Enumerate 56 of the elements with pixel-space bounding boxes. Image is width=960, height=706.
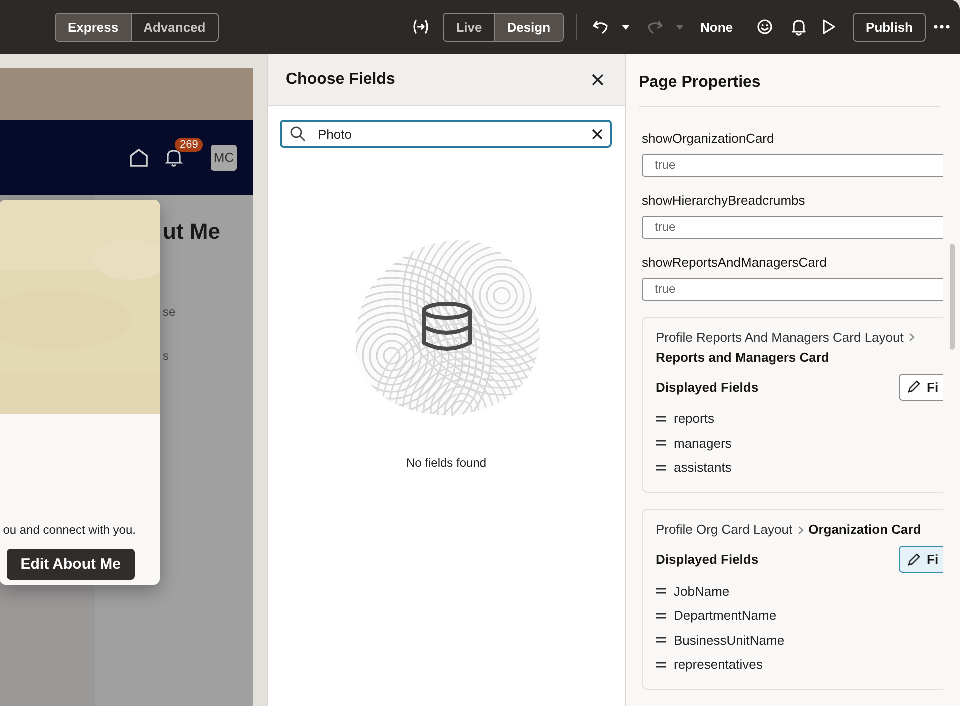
home-icon[interactable]	[129, 148, 149, 168]
property-label: showHierarchyBreadcrumbs	[642, 192, 806, 208]
property-field[interactable]: true	[642, 278, 943, 300]
view-tab[interactable]: Design	[494, 14, 563, 40]
field-name: managers	[674, 436, 732, 451]
drag-handle-icon	[656, 464, 666, 471]
field-name: assistants	[674, 460, 732, 476]
view-tab[interactable]: Live	[444, 14, 494, 40]
drag-handle-icon	[656, 637, 666, 644]
property-field[interactable]: true	[642, 154, 943, 177]
text: se	[163, 305, 176, 319]
clear-icon[interactable]	[592, 129, 603, 140]
mode-tab[interactable]: Express	[56, 14, 131, 40]
drag-handle-icon	[656, 440, 666, 446]
breadcrumb-current: Reports and Managers Card	[656, 348, 830, 367]
notification-badge: 269	[175, 138, 204, 152]
user-avatar[interactable]: MC	[211, 144, 237, 170]
breadcrumb-link[interactable]: Profile Reports And Managers Card Layout	[656, 328, 904, 348]
field-name: JobName	[674, 584, 730, 599]
field-name: BusinessUnitName	[674, 632, 785, 648]
breadcrumb-link[interactable]: Profile Org Card Layout	[656, 520, 793, 540]
search-field[interactable]: Photo	[280, 120, 612, 148]
bell-icon[interactable]	[165, 148, 183, 168]
text: s	[163, 349, 169, 363]
drag-handle-icon	[656, 612, 666, 619]
card-text: ou and connect with you.	[3, 523, 136, 537]
drag-handle-icon	[656, 662, 666, 668]
field-name: representatives	[674, 657, 763, 672]
panel-title: Choose Fields	[286, 70, 396, 88]
breadcrumb-current: Organization Card	[808, 521, 922, 539]
section-heading: ut Me	[163, 219, 220, 245]
pencil-icon	[907, 552, 921, 566]
property-field[interactable]: true	[642, 216, 943, 239]
edit-fields-button[interactable]: Fi	[899, 546, 943, 573]
search-icon	[290, 126, 306, 142]
close-icon[interactable]	[591, 72, 605, 86]
chevron-icon	[798, 526, 804, 534]
section-label: Displayed Fields	[656, 552, 759, 567]
translation-menu[interactable]: None	[700, 20, 734, 34]
field-name: reports	[674, 411, 714, 426]
property-label: showOrganizationCard	[642, 130, 776, 146]
panel-title: Page Properties	[639, 74, 761, 92]
empty-message: No fields found	[406, 456, 487, 470]
edit-fields-button[interactable]: Fi	[899, 374, 943, 400]
publish-button[interactable]: Publish	[853, 12, 926, 42]
chevron-icon	[908, 333, 915, 342]
scrollbar[interactable]	[950, 244, 955, 350]
edit-about-me-button[interactable]: Edit About Me	[6, 549, 135, 580]
pencil-icon	[907, 380, 921, 394]
database-icon	[420, 301, 472, 353]
property-label: showReportsAndManagersCard	[642, 254, 828, 270]
mode-tab[interactable]: Advanced	[130, 14, 218, 40]
section-label: Displayed Fields	[656, 380, 759, 394]
field-name: DepartmentName	[674, 608, 777, 624]
drag-handle-icon	[656, 416, 666, 422]
drag-handle-icon	[656, 588, 666, 594]
